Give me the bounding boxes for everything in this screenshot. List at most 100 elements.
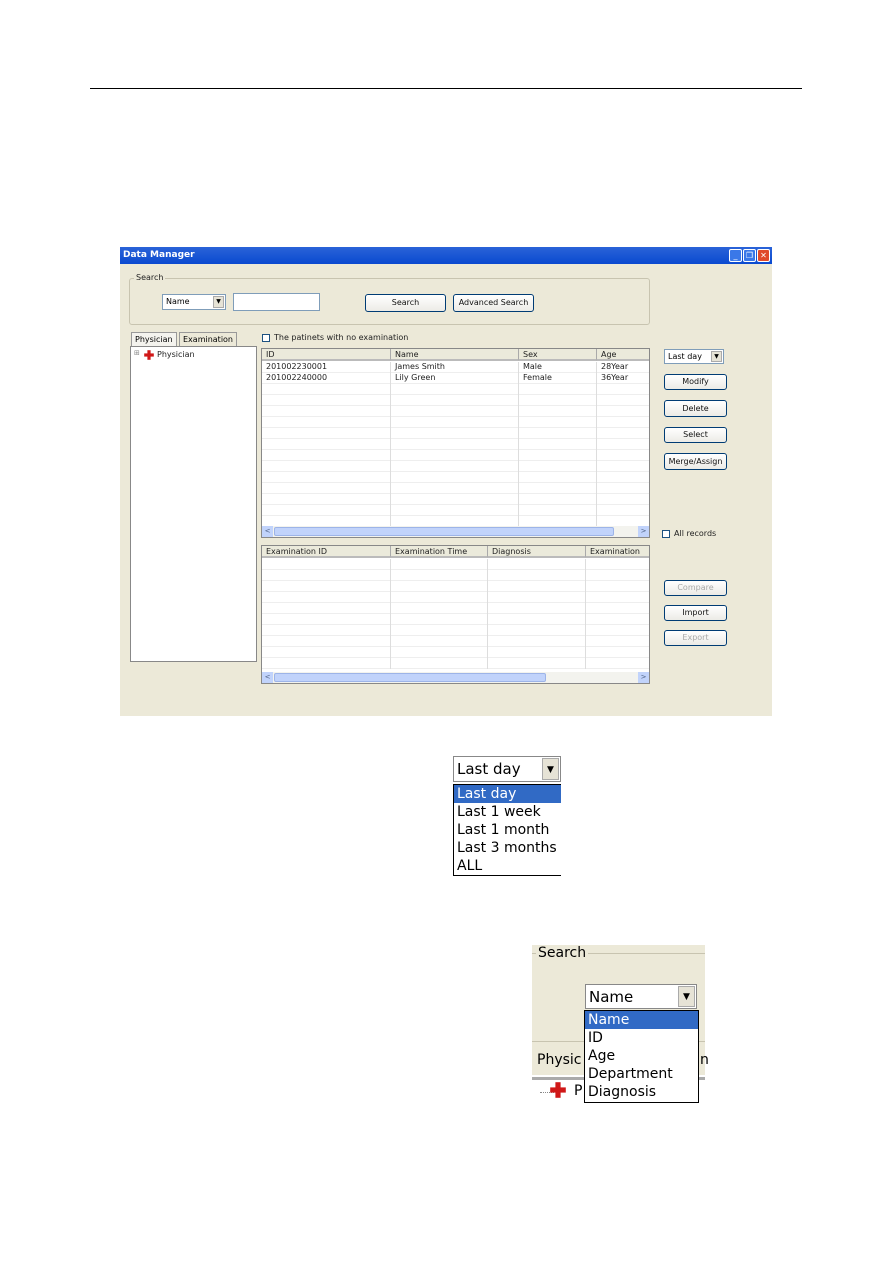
table-row[interactable] [262,505,649,516]
search-button[interactable]: Search [365,294,446,312]
scroll-right-icon[interactable]: > [638,526,649,537]
horizontal-scrollbar[interactable]: < > [262,526,649,537]
table-row[interactable] [262,614,649,625]
dropdown-option[interactable]: Last day [454,785,561,803]
table-row[interactable] [262,483,649,494]
dropdown-option[interactable]: Name [585,1011,698,1029]
dropdown-option[interactable]: Last 1 month [454,821,561,839]
table-cell [586,603,649,614]
table-cell [391,395,519,406]
scroll-left-icon[interactable]: < [262,526,273,537]
table-row[interactable] [262,450,649,461]
table-cell [262,461,391,472]
dropdown-option[interactable]: Diagnosis [585,1083,698,1101]
period-combo-expanded[interactable]: Last day ▼ [453,756,561,782]
table-row[interactable] [262,461,649,472]
minimize-button[interactable]: _ [729,249,742,262]
field-combo-expanded[interactable]: Name ▼ [585,984,697,1009]
tab-physician[interactable]: Physician [131,332,177,346]
dropdown-option[interactable]: Last 1 week [454,803,561,821]
table-row[interactable]: 201002240000 Lily Green Female 36Year [262,373,649,384]
export-button[interactable]: Export [664,630,727,646]
period-combo[interactable]: Last day ▼ [664,349,724,364]
dropdown-option[interactable]: Last 3 months [454,839,561,857]
scroll-thumb[interactable] [274,527,614,536]
physician-tab-fragment[interactable]: Physic [537,1052,581,1068]
table-cell [586,559,649,570]
table-row[interactable] [262,636,649,647]
table-row[interactable] [262,428,649,439]
tree-node-physician[interactable]: Physician [157,350,195,359]
all-records-checkbox[interactable] [662,530,670,538]
import-button[interactable]: Import [664,605,727,621]
chevron-down-icon: ▼ [213,296,224,308]
dropdown-option[interactable]: ALL [454,857,561,875]
table-row[interactable] [262,384,649,395]
column-header[interactable]: ID [262,349,391,361]
column-header[interactable]: Name [391,349,519,361]
table-cell [586,625,649,636]
select-button[interactable]: Select [664,427,727,443]
table-row[interactable] [262,581,649,592]
search-group-label: Search [134,273,166,282]
dropdown-option[interactable]: Age [585,1047,698,1065]
restore-button[interactable]: ❐ [743,249,756,262]
table-cell [519,505,597,516]
dropdown-option[interactable]: ID [585,1029,698,1047]
table-row[interactable] [262,647,649,658]
expand-icon[interactable]: ⊞ [134,349,140,357]
table-row[interactable] [262,472,649,483]
search-field-combo[interactable]: Name ▼ [162,294,226,310]
table-cell [488,592,586,603]
horizontal-scrollbar[interactable]: < > [262,672,649,683]
scroll-right-icon[interactable]: > [638,672,649,683]
close-button[interactable]: ✕ [757,249,770,262]
table-row[interactable] [262,592,649,603]
table-cell [586,658,649,669]
table-cell [597,472,649,483]
tree-node-fragment[interactable]: P [574,1083,582,1099]
scroll-left-icon[interactable]: < [262,672,273,683]
delete-button[interactable]: Delete [664,400,727,417]
table-cell [391,450,519,461]
dropdown-option[interactable]: Department [585,1065,698,1083]
column-header[interactable]: Examination Time [391,546,488,558]
table-cell: 36Year [597,373,649,384]
table-cell [391,603,488,614]
table-row[interactable] [262,395,649,406]
table-cell [519,417,597,428]
advanced-search-button[interactable]: Advanced Search [453,294,534,312]
table-row[interactable] [262,406,649,417]
column-header[interactable]: Age [597,349,649,361]
column-header[interactable]: Sex [519,349,597,361]
merge-assign-button[interactable]: Merge/Assign [664,453,727,470]
table-row[interactable] [262,559,649,570]
no-exam-checkbox[interactable] [262,334,270,342]
table-cell [391,647,488,658]
table-row[interactable] [262,439,649,450]
table-row[interactable] [262,603,649,614]
table-row[interactable] [262,570,649,581]
scroll-thumb[interactable] [274,673,546,682]
table-row[interactable]: 201002230001 James Smith Male 28Year [262,362,649,373]
table-cell [519,461,597,472]
column-header[interactable]: Diagnosis [488,546,586,558]
tab-examination[interactable]: Examination [179,332,238,346]
column-header[interactable]: Examination [586,546,649,558]
table-cell [586,647,649,658]
table-cell [391,406,519,417]
table-row[interactable] [262,494,649,505]
modify-button[interactable]: Modify [664,374,727,390]
examination-tab-fragment[interactable]: n [700,1052,709,1068]
window-title: Data Manager [123,250,195,260]
table-row[interactable] [262,658,649,669]
search-input[interactable] [233,293,320,311]
column-header[interactable]: Examination ID [262,546,391,558]
period-dropdown-list: Last day Last 1 week Last 1 month Last 3 mo… [453,784,561,876]
table-row[interactable] [262,417,649,428]
table-cell [586,570,649,581]
table-cell [586,581,649,592]
no-exam-label: The patinets with no examination [274,333,409,342]
compare-button[interactable]: Compare [664,580,727,596]
table-row[interactable] [262,625,649,636]
